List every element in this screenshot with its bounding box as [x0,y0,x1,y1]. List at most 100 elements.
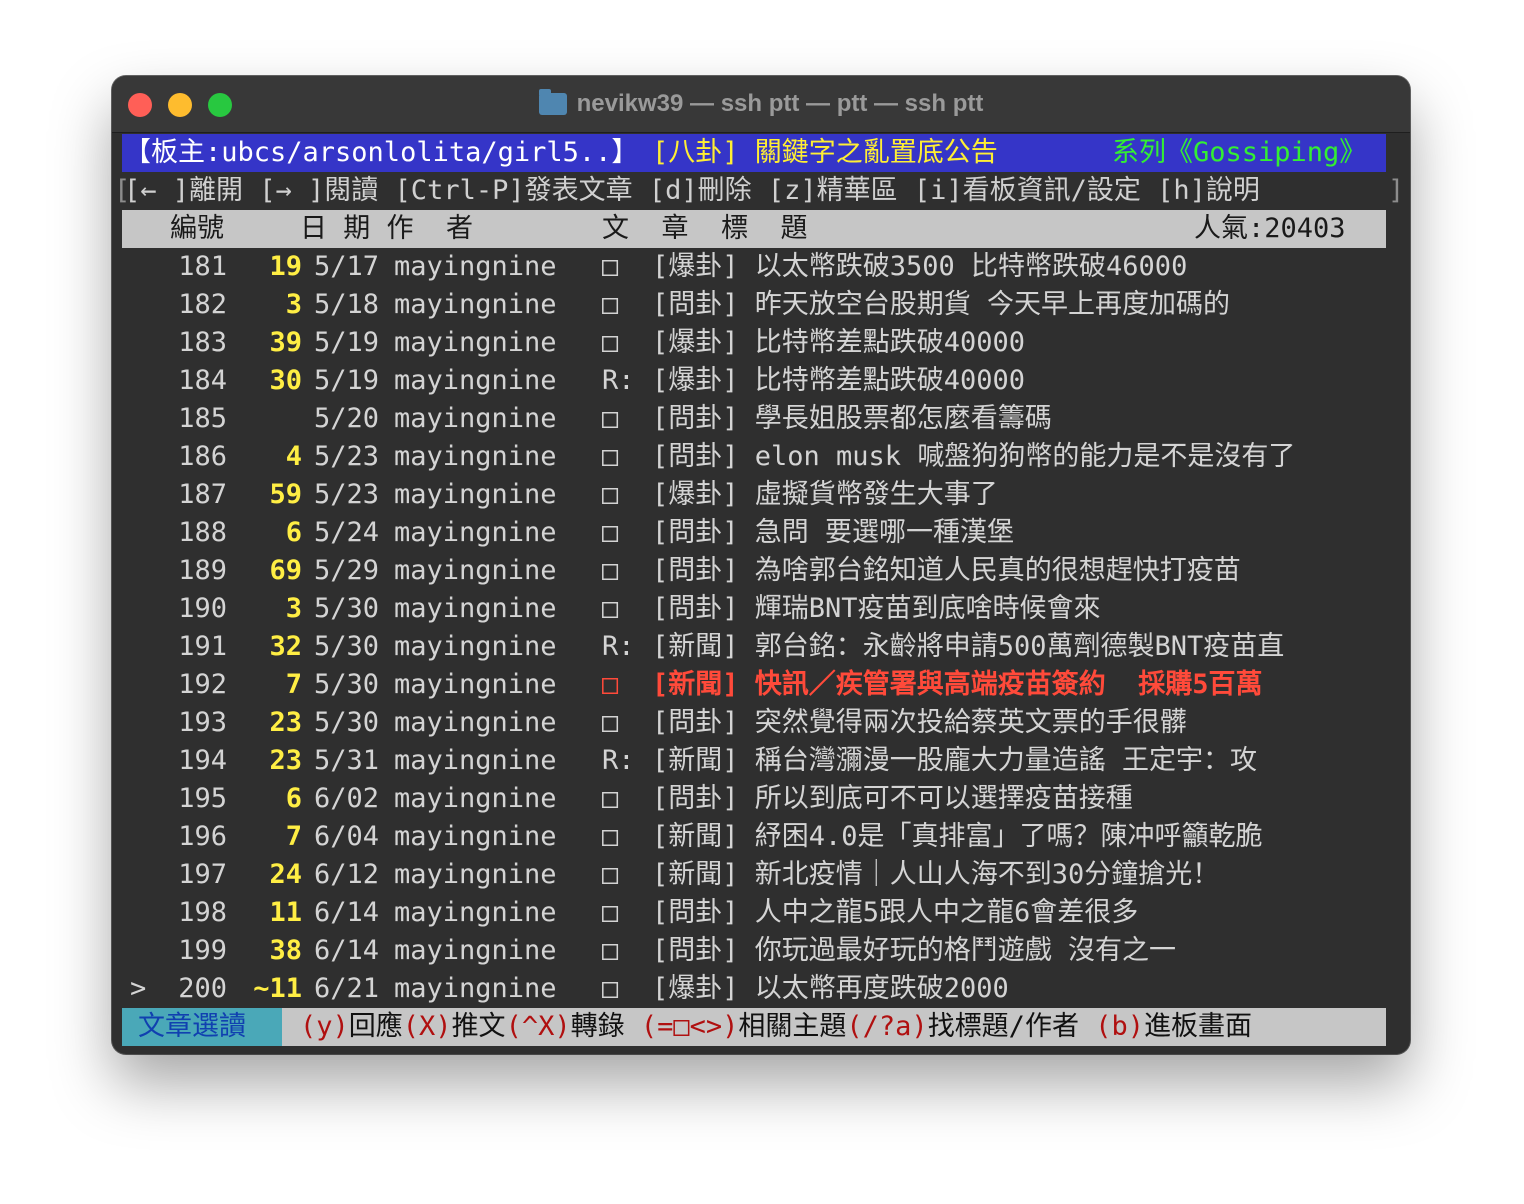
post-row[interactable]: 187 59 5/23 mayingnine □ [爆卦] 虛擬貨幣發生大事了 [122,476,1400,514]
key-board[interactable]: (b) [1095,1011,1144,1042]
post-row[interactable]: 196 7 6/04 mayingnine □ [新聞] 紓困4.0是「真排富」了嗎？陳冲… [122,818,1400,856]
post-date: 5/23 [314,441,380,472]
post-author[interactable]: mayingnine [394,628,557,666]
post-row[interactable]: 191 32 5/30 mayingnine R: [新聞] 郭台銘：永齡將申請500萬劑… [122,628,1400,666]
post-author[interactable]: mayingnine [394,970,557,1008]
terminal-content[interactable]: 【板主:ubcs/arsonlolita/girl5..】 [八卦] 關鍵字之亂… [114,134,1404,1046]
post-mark: □ [602,897,619,928]
help-bracket-right: ] [1388,175,1405,206]
post-title[interactable]: [問卦] 你玩過最好玩的格鬥遊戲 沒有之一 [652,932,1176,970]
post-row[interactable]: 189 69 5/29 mayingnine □ [問卦] 為啥郭台銘知道人民真的很想趕快… [122,552,1400,590]
post-author[interactable]: mayingnine [394,704,557,742]
post-number: 196 [178,821,227,852]
key-search[interactable]: (/?a) [846,1011,927,1042]
post-title[interactable]: [爆卦] 比特幣差點跌破40000 [652,362,1025,400]
post-date: 6/21 [314,973,380,1004]
post-row[interactable]: 190 3 5/30 mayingnine □ [問卦] 輝瑞BNT疫苗到底啥時候會來 [122,590,1400,628]
post-row[interactable]: 199 38 6/14 mayingnine □ [問卦] 你玩過最好玩的格鬥遊戲 沒有之… [122,932,1400,970]
post-author[interactable]: mayingnine [394,248,557,286]
post-number: 189 [178,555,227,586]
post-date: 5/30 [314,707,380,738]
post-number: 191 [178,631,227,662]
post-date: 6/14 [314,897,380,928]
post-date: 5/17 [314,251,380,282]
post-author[interactable]: mayingnine [394,476,557,514]
post-title[interactable]: [爆卦] 虛擬貨幣發生大事了 [652,476,998,514]
post-row[interactable]: 193 23 5/30 mayingnine □ [問卦] 突然覺得兩次投給蔡英文票的手很… [122,704,1400,742]
push-count: 30 [269,365,302,396]
post-author[interactable]: mayingnine [394,552,557,590]
push-count: 7 [285,669,302,700]
post-author[interactable]: mayingnine [394,362,557,400]
push-count: 32 [269,631,302,662]
push-count: 11 [269,897,302,928]
key-related-label: 相關主題 [738,1011,847,1042]
post-row[interactable]: >200 ~11 6/21 mayingnine □ [爆卦] 以太幣再度跌破2000 [122,970,1400,1008]
post-author[interactable]: mayingnine [394,324,557,362]
post-row[interactable]: 185 5/20 mayingnine □ [問卦] 學長姐股票都怎麼看籌碼 [122,400,1400,438]
post-row[interactable]: 184 30 5/19 mayingnine R: [爆卦] 比特幣差點跌破40000 [122,362,1400,400]
post-row[interactable]: 183 39 5/19 mayingnine □ [爆卦] 比特幣差點跌破40000 [122,324,1400,362]
push-count: 4 [285,441,302,472]
post-title[interactable]: [問卦] elon musk 喊盤狗狗幣的能力是不是沒有了 [652,438,1295,476]
key-reply[interactable]: (y) [300,1011,349,1042]
post-title[interactable]: [新聞] 郭台銘：永齡將申請500萬劑德製BNT疫苗直 [652,628,1284,666]
key-forward[interactable]: (^X) [506,1011,571,1042]
push-count: 38 [269,935,302,966]
post-row[interactable]: 186 4 5/23 mayingnine □ [問卦] elon musk 喊盤狗狗幣的… [122,438,1400,476]
post-author[interactable]: mayingnine [394,286,557,324]
post-date: 6/04 [314,821,380,852]
post-number: 198 [178,897,227,928]
post-author[interactable]: mayingnine [394,856,557,894]
post-mark: □ [602,441,619,472]
post-row[interactable]: 192 7 5/30 mayingnine □ [新聞] 快訊／疾管署與高端疫苗簽約 採購… [122,666,1400,704]
post-title[interactable]: [問卦] 為啥郭台銘知道人民真的很想趕快打疫苗 [652,552,1241,590]
post-row[interactable]: 198 11 6/14 mayingnine □ [問卦] 人中之龍5跟人中之龍6會差很多 [122,894,1400,932]
post-title[interactable]: [問卦] 輝瑞BNT疫苗到底啥時候會來 [652,590,1101,628]
push-count: 6 [285,783,302,814]
post-author[interactable]: mayingnine [394,590,557,628]
post-title[interactable]: [新聞] 紓困4.0是「真排富」了嗎？陳冲呼籲乾脆 [652,818,1263,856]
post-title[interactable]: [問卦] 人中之龍5跟人中之龍6會差很多 [652,894,1138,932]
post-title[interactable]: [問卦] 突然覺得兩次投給蔡英文票的手很髒 [652,704,1187,742]
push-count: 3 [285,593,302,624]
post-author[interactable]: mayingnine [394,438,557,476]
post-title[interactable]: [新聞] 新北疫情｜人山人海不到30分鐘搶光！ [652,856,1219,894]
key-related[interactable]: (=□<>) [641,1011,739,1042]
post-author[interactable]: mayingnine [394,932,557,970]
post-title[interactable]: [爆卦] 比特幣差點跌破40000 [652,324,1025,362]
post-author[interactable]: mayingnine [394,780,557,818]
post-title[interactable]: [爆卦] 以太幣再度跌破2000 [652,970,1009,1008]
post-date: 5/20 [314,403,380,434]
post-number: 195 [178,783,227,814]
post-title[interactable]: [新聞] 快訊／疾管署與高端疫苗簽約 採購5百萬 [652,666,1263,704]
post-date: 5/23 [314,479,380,510]
post-title[interactable]: [爆卦] 以太幣跌破3500 比特幣跌破46000 [652,248,1187,286]
post-row[interactable]: 188 6 5/24 mayingnine □ [問卦] 急問 要選哪一種漢堡 [122,514,1400,552]
post-row[interactable]: 182 3 5/18 mayingnine □ [問卦] 昨天放空台股期貨 今天早上再度加… [122,286,1400,324]
post-author[interactable]: mayingnine [394,818,557,856]
post-row[interactable]: 194 23 5/31 mayingnine R: [新聞] 稱台灣瀰漫一股龐大力量造謠 … [122,742,1400,780]
post-mark: □ [602,517,619,548]
post-row[interactable]: 197 24 6/12 mayingnine □ [新聞] 新北疫情｜人山人海不到30分鐘… [122,856,1400,894]
post-author[interactable]: mayingnine [394,514,557,552]
post-date: 5/30 [314,631,380,662]
post-row[interactable]: 195 6 6/02 mayingnine □ [問卦] 所以到底可不可以選擇疫苗接種 [122,780,1400,818]
post-title[interactable]: [問卦] 昨天放空台股期貨 今天早上再度加碼的 [652,286,1230,324]
post-author[interactable]: mayingnine [394,894,557,932]
post-title[interactable]: [問卦] 所以到底可不可以選擇疫苗接種 [652,780,1133,818]
column-header: 編號 日 期 作 者 文 章 標 題 人氣:20403 [122,210,1386,248]
help-text: [← ]離開 [→ ]閱讀 [Ctrl-P]發表文章 [d]刪除 [z]精華區 … [124,175,1260,206]
status-bar: 文章選讀 (y)回應(X)推文(^X)轉錄 (=□<>)相關主題(/?a)找標題… [122,1008,1386,1046]
post-row[interactable]: 181 19 5/17 mayingnine □ [爆卦] 以太幣跌破3500 比特幣跌破… [122,248,1400,286]
col-popularity: 人氣:20403 [1194,213,1346,244]
post-author[interactable]: mayingnine [394,742,557,780]
post-title[interactable]: [問卦] 急問 要選哪一種漢堡 [652,514,1014,552]
post-author[interactable]: mayingnine [394,400,557,438]
post-author[interactable]: mayingnine [394,666,557,704]
push-count: 3 [285,289,302,320]
title-bar[interactable]: nevikw39 — ssh ptt — ptt — ssh ptt [112,76,1410,133]
post-title[interactable]: [新聞] 稱台灣瀰漫一股龐大力量造謠 王定宇：攻 [652,742,1257,780]
key-push[interactable]: (X) [403,1011,452,1042]
post-title[interactable]: [問卦] 學長姐股票都怎麼看籌碼 [652,400,1052,438]
